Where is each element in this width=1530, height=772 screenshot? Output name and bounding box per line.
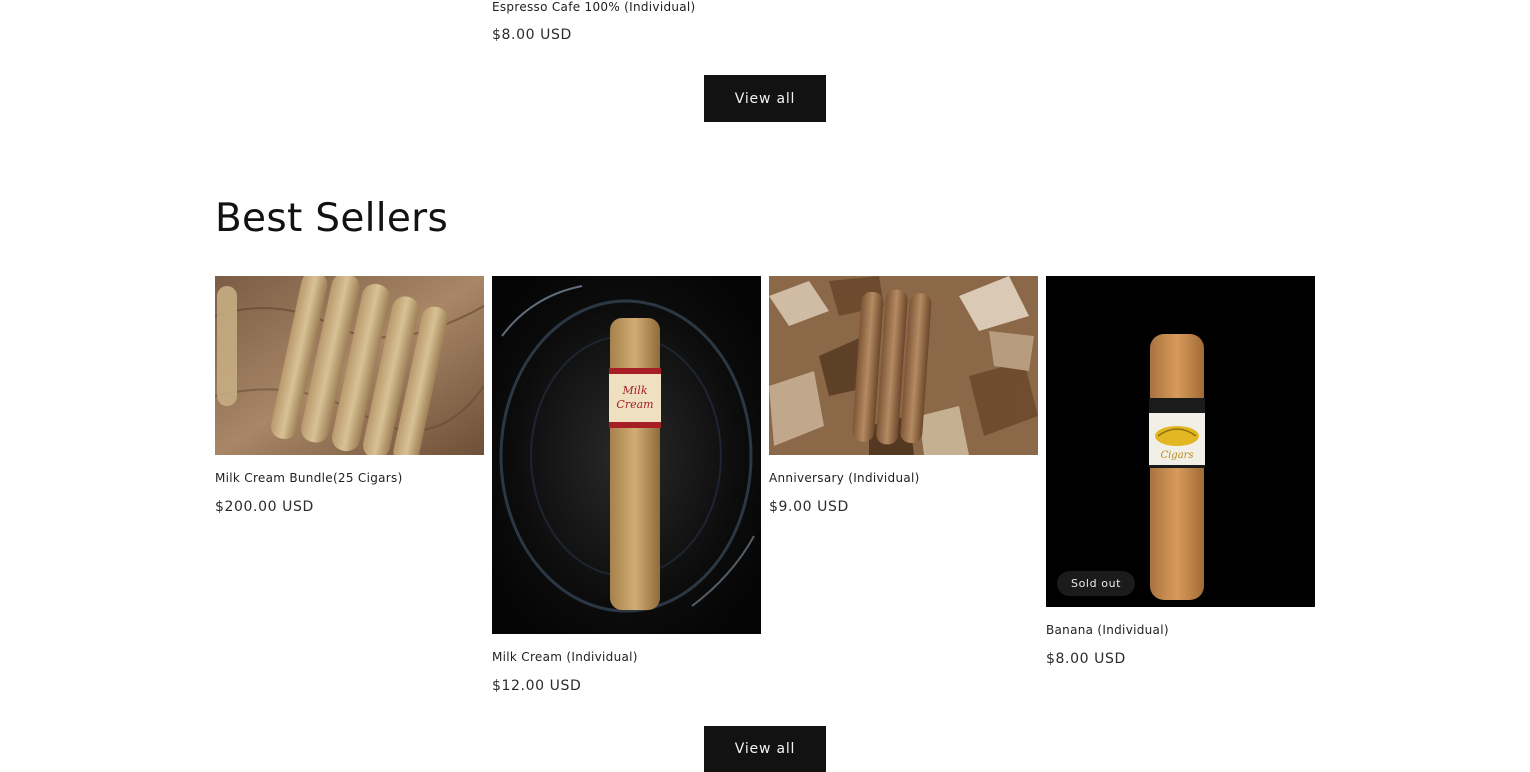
product-price: $200.00 USD [215,499,314,515]
svg-text:Cream: Cream [616,398,653,411]
product-title[interactable]: Anniversary (Individual) [769,471,920,485]
product-title[interactable]: Milk Cream Bundle(25 Cigars) [215,471,403,485]
product-image-banana[interactable]: Cigars [1046,276,1315,607]
view-all-button[interactable]: View all [704,75,826,122]
product-image-anniversary[interactable] [769,276,1038,455]
section-heading: Best Sellers [215,196,449,241]
view-all-button[interactable]: View all [704,726,826,772]
product-price: $8.00 USD [492,27,572,43]
product-price: $12.00 USD [492,678,582,694]
sold-out-badge: Sold out [1057,571,1136,596]
cigars-on-leaves-image [769,276,1038,455]
product-price: $8.00 USD [1046,651,1126,667]
product-image-milk-cream[interactable]: Milk Cream [492,276,761,634]
band-text: Cigars [1160,450,1193,461]
product-title[interactable]: Milk Cream (Individual) [492,650,638,664]
cigar-bundle-image [215,276,484,455]
cigar-on-black-image: Cigars [1046,276,1315,607]
product-image-milk-cream-bundle[interactable] [215,276,484,455]
product-price: $9.00 USD [769,499,849,515]
svg-text:Milk: Milk [622,384,648,397]
product-title[interactable]: Banana (Individual) [1046,623,1169,637]
cigar-on-ashtray-image: Milk Cream [492,276,761,634]
product-title[interactable]: Espresso Cafe 100% (Individual) [492,0,696,14]
